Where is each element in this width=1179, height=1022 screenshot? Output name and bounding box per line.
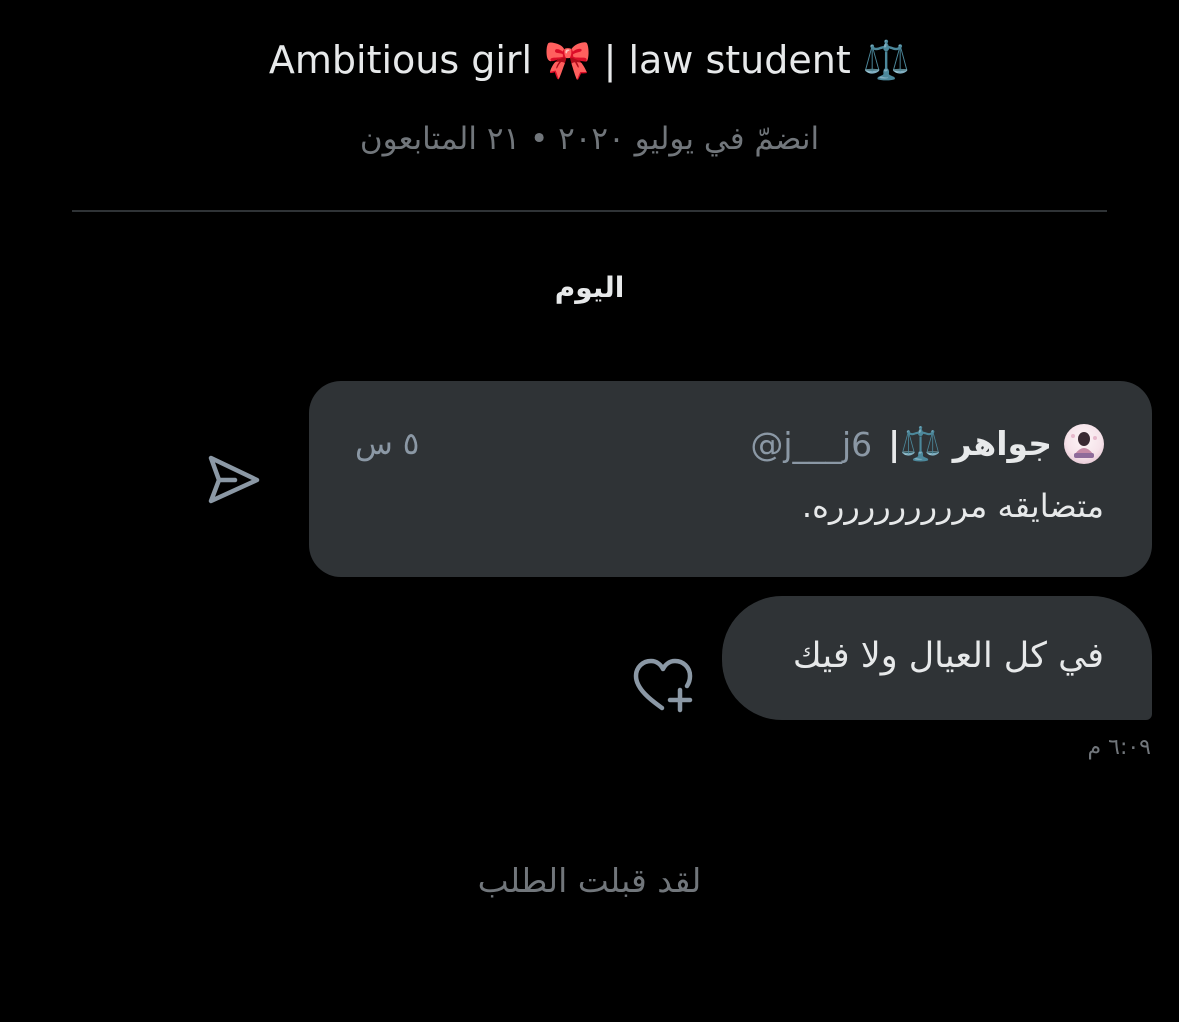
shared-post-text: متضايقه مررررررررره. [801,487,1104,525]
heart-plus-icon[interactable] [630,656,698,714]
share-send-icon[interactable] [205,453,261,505]
shared-post-card[interactable]: جواهر ⚖️| @j___j6 ٥ س متضايقه مررررررررر… [309,381,1152,577]
post-author-handle[interactable]: @j___j6 [750,425,872,464]
avatar[interactable] [1064,424,1104,464]
message-text: في كل العيال ولا فيك [792,636,1104,676]
request-accepted-notice: لقد قبلت الطلب [477,861,702,900]
message-timestamp: ٦:٠٩ م [1087,735,1152,760]
message-bubble[interactable]: في كل العيال ولا فيك [722,596,1152,720]
post-timestamp: ٥ س [355,426,420,462]
shared-post-header: جواهر ⚖️| @j___j6 ٥ س [355,419,1104,469]
divider [72,210,1107,212]
profile-bio: Ambitious girl 🎀 | law student ⚖️ [268,38,911,82]
date-separator: اليوم [554,271,625,304]
profile-join-date-followers: انضمّ في يوليو ٢٠٢٠ • ٢١ المتابعون [359,121,820,157]
post-author-name[interactable]: جواهر ⚖️| [888,424,1052,464]
